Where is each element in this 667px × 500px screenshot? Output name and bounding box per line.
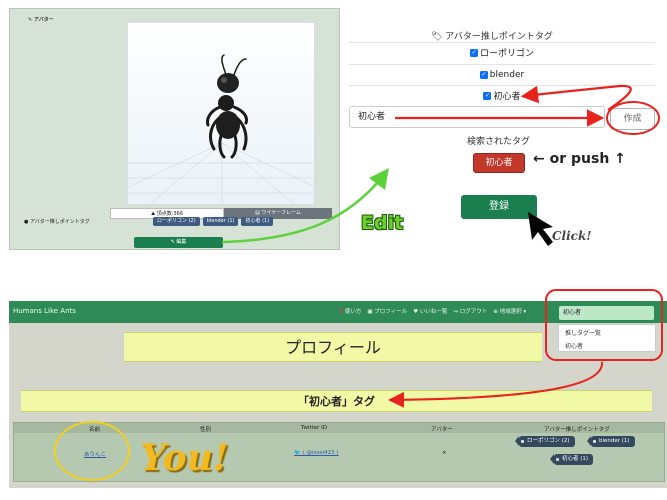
nav-link-logout[interactable]: ↪ ログアウト — [453, 307, 487, 315]
user-name-link[interactable]: ありんこ — [84, 450, 106, 458]
checkbox-checked-icon[interactable]: ✓ — [479, 70, 488, 79]
tag-form-title: 🏷 アバター推しポイントタグ — [431, 32, 553, 42]
nav-link-region[interactable]: ⊕ 地域選択 ▾ — [493, 307, 526, 315]
checkbox-label: 初心者 — [493, 92, 521, 102]
checkbox-label: blender — [489, 69, 525, 80]
profile-banner: プロフィール — [124, 332, 542, 362]
register-button[interactable]: 登録 — [461, 195, 537, 219]
editor-tag[interactable]: blender (1) — [202, 217, 239, 226]
dropdown-option[interactable]: 推しタグ一覧 — [559, 325, 655, 338]
table-header: 名前 性別 Twitter ID アバター アバター推しポイントタグ — [14, 423, 664, 433]
row-tag[interactable]: blender (1) — [587, 436, 635, 447]
row-tag[interactable]: 初心者 (1) — [549, 454, 594, 465]
nav-link-profile[interactable]: ▣ プロフィール — [367, 307, 407, 315]
header-twitter: Twitter ID — [301, 425, 328, 431]
tutorial-composite: ✎ アバター ⛰ 頂点数:366 ▤ ワイヤーフレーム ● アバター推しポイント… — [0, 0, 667, 500]
checkbox-row-blender[interactable]: ✓ blender — [349, 64, 655, 84]
checkbox-row-beginner[interactable]: ✓ 初心者 — [349, 85, 655, 105]
tag-dropdown: 推しタグ一覧 初心者 — [558, 324, 656, 352]
checkbox-checked-icon[interactable]: ✓ — [483, 91, 492, 100]
dropdown-option[interactable]: 初心者 — [559, 338, 655, 351]
edit-annotation: Edit — [361, 212, 404, 234]
header-gender: 性別 — [200, 427, 212, 433]
avatar-cell: × — [442, 450, 447, 456]
editor-tag-label: ● アバター推しポイントタグ — [24, 219, 90, 225]
searched-tags-title: 検索されたタグ — [467, 137, 531, 147]
row-tag[interactable]: ローポリゴン (2) — [515, 436, 575, 447]
header-avatar: アバター — [431, 427, 453, 433]
checkbox-checked-icon[interactable]: ✓ — [469, 48, 478, 57]
header-tags: アバター推しポイントタグ — [544, 427, 610, 433]
you-annotation: You! — [140, 437, 229, 479]
searched-tag-badge[interactable]: 初心者 — [473, 153, 525, 173]
nav-links: ❓使い方 ▣ プロフィール ♥ いいね一覧 ↪ ログアウト ⊕ 地域選択 ▾ — [338, 307, 526, 315]
tag-banner: 「初心者」タグ — [21, 390, 652, 412]
header-name: 名前 — [89, 427, 101, 433]
tag-select[interactable]: 初心者 — [559, 306, 654, 320]
new-tag-input[interactable]: 初心者 — [349, 106, 605, 128]
ant-model — [206, 54, 248, 159]
push-annotation: ← or push ↑ — [533, 151, 626, 167]
profile-site: Humans Like Ants ❓使い方 ▣ プロフィール ♥ いいね一覧 ↪… — [9, 301, 667, 488]
avatar-editor-panel: ✎ アバター ⛰ 頂点数:366 ▤ ワイヤーフレーム ● アバター推しポイント… — [9, 8, 340, 250]
checkbox-label: ローポリゴン — [479, 49, 534, 59]
nav-link-likes[interactable]: ♥ いいね一覧 — [413, 307, 447, 315]
editor-title: ✎ アバター — [28, 17, 54, 23]
click-annotation: Click! — [552, 229, 592, 243]
user-table: 名前 性別 Twitter ID アバター アバター推しポイントタグ ありんこ … — [13, 422, 665, 482]
editor-tag[interactable]: ローポリゴン (2) — [153, 217, 200, 226]
edit-button[interactable]: ✎ 編集 — [134, 237, 223, 248]
brand-logo[interactable]: Humans Like Ants — [13, 307, 76, 315]
navbar: Humans Like Ants ❓使い方 ▣ プロフィール ♥ いいね一覧 ↪… — [9, 301, 667, 323]
checkbox-row-lowpoly[interactable]: ✓ ローポリゴン — [349, 42, 655, 62]
create-tag-button[interactable]: 作成 — [610, 108, 655, 130]
nav-link-howto[interactable]: ❓使い方 — [338, 307, 361, 315]
3d-viewport[interactable] — [127, 22, 315, 205]
editor-tag-list: ローポリゴン (2) blender (1) 初心者 (1) — [153, 217, 274, 226]
twitter-link[interactable]: 🐦 ( @issei423 ) — [294, 450, 339, 456]
editor-tag[interactable]: 初心者 (1) — [241, 217, 274, 226]
